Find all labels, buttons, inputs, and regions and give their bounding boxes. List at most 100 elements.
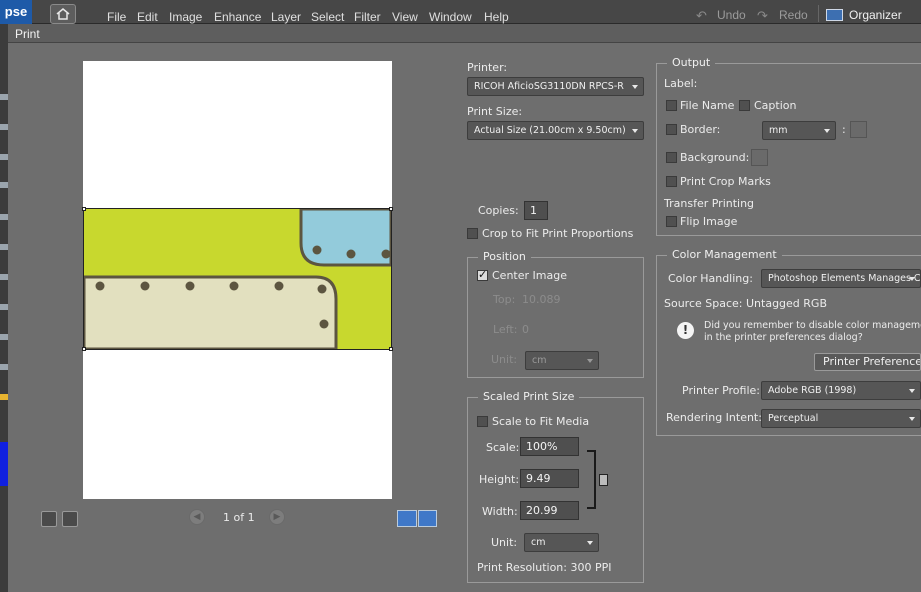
- printer-profile-label: Printer Profile:: [682, 384, 760, 397]
- tool-strip: [0, 24, 8, 592]
- image-bounding-box[interactable]: [83, 208, 392, 350]
- flip-image-label: Flip Image: [680, 215, 738, 228]
- caption-checkbox[interactable]: [739, 100, 750, 111]
- crop-to-fit-label: Crop to Fit Print Proportions: [482, 227, 634, 240]
- caption-label: Caption: [754, 99, 797, 112]
- color-handling-select[interactable]: Photoshop Elements Manages Colors: [761, 269, 921, 288]
- print-size-label: Print Size:: [467, 105, 523, 118]
- tool-marker[interactable]: [0, 334, 8, 340]
- scaled-unit-label: Unit:: [491, 536, 518, 549]
- organizer-button[interactable]: Organizer: [849, 8, 902, 22]
- rendering-intent-select[interactable]: Perceptual: [761, 409, 921, 428]
- menu-select[interactable]: Select: [311, 10, 344, 24]
- tool-marker[interactable]: [0, 304, 8, 310]
- rotate-left-icon[interactable]: [397, 510, 417, 527]
- resize-handle[interactable]: [82, 347, 86, 351]
- menu-enhance[interactable]: Enhance: [214, 10, 261, 24]
- undo-icon: ↶: [696, 9, 707, 24]
- undo-button[interactable]: Undo: [717, 8, 746, 22]
- copies-input[interactable]: 1: [524, 201, 548, 220]
- tool-marker[interactable]: [0, 94, 8, 100]
- border-unit-select[interactable]: mm: [762, 121, 836, 140]
- menu-layer[interactable]: Layer: [271, 10, 301, 24]
- tool-marker[interactable]: [0, 394, 8, 400]
- border-checkbox[interactable]: [666, 124, 677, 135]
- scaled-print-size-title: Scaled Print Size: [478, 390, 580, 403]
- print-size-select[interactable]: Actual Size (21.00cm x 9.50cm): [467, 121, 644, 140]
- info-icon: !: [677, 322, 694, 339]
- width-label: Width:: [482, 505, 518, 518]
- file-name-checkbox[interactable]: [666, 100, 677, 111]
- top-label: Top:: [493, 293, 516, 306]
- width-input[interactable]: 20.99: [520, 501, 579, 520]
- left-value[interactable]: 0: [522, 323, 529, 336]
- home-icon[interactable]: [50, 4, 76, 24]
- scale-input[interactable]: 100%: [520, 437, 579, 456]
- printer-select[interactable]: RICOH AficioSG3110DN RPCS-R: [467, 77, 644, 96]
- border-color-swatch[interactable]: [850, 121, 867, 138]
- print-crop-marks-checkbox[interactable]: [666, 176, 677, 187]
- tool-marker[interactable]: [0, 364, 8, 370]
- resize-handle[interactable]: [389, 207, 393, 211]
- print-crop-marks-label: Print Crop Marks: [680, 175, 771, 188]
- rotate-right-icon[interactable]: [418, 510, 437, 527]
- tool-marker[interactable]: [0, 214, 8, 220]
- printer-profile-select[interactable]: Adobe RGB (1998): [761, 381, 921, 400]
- dialog-title: Print: [15, 27, 40, 41]
- menu-help[interactable]: Help: [484, 10, 509, 24]
- redo-icon: ↷: [757, 9, 768, 24]
- tool-marker[interactable]: [0, 274, 8, 280]
- tool-marker[interactable]: [0, 154, 8, 160]
- menu-filter[interactable]: Filter: [354, 10, 381, 24]
- redo-button[interactable]: Redo: [779, 8, 808, 22]
- printer-preferences-button[interactable]: Printer Preferences: [814, 353, 921, 371]
- add-photo-icon[interactable]: [41, 511, 57, 527]
- tool-marker[interactable]: [0, 244, 8, 250]
- menu-window[interactable]: Window: [429, 10, 472, 24]
- menu-image[interactable]: Image: [169, 10, 202, 24]
- source-space-label: Source Space:: [664, 297, 743, 310]
- position-unit-select[interactable]: cm: [525, 351, 599, 370]
- scaled-unit-select[interactable]: cm: [524, 533, 599, 552]
- background-checkbox[interactable]: [666, 152, 677, 163]
- tool-marker[interactable]: [0, 124, 8, 130]
- top-value[interactable]: 10.089: [522, 293, 561, 306]
- color-handling-label: Color Handling:: [668, 272, 753, 285]
- link-icon[interactable]: [599, 474, 608, 486]
- color-management-title: Color Management: [667, 248, 782, 261]
- menu-file[interactable]: File: [107, 10, 126, 24]
- resize-handle[interactable]: [389, 347, 393, 351]
- background-color-swatch[interactable]: [751, 149, 768, 166]
- organizer-icon: [826, 9, 843, 21]
- rendering-intent-label: Rendering Intent:: [666, 411, 762, 424]
- scale-to-fit-checkbox[interactable]: [477, 416, 488, 427]
- background-label: Background:: [680, 151, 750, 164]
- foreground-color-swatch[interactable]: [0, 442, 8, 486]
- height-input[interactable]: 9.49: [520, 469, 579, 488]
- scale-label: Scale:: [486, 441, 520, 454]
- crop-to-fit-checkbox[interactable]: [467, 228, 478, 239]
- flip-image-checkbox[interactable]: [666, 216, 677, 227]
- source-space-value: Untagged RGB: [746, 297, 828, 310]
- position-title: Position: [478, 250, 531, 263]
- toolbar-divider: [818, 5, 819, 22]
- previous-page-icon[interactable]: ◀: [189, 509, 205, 525]
- remove-photo-icon[interactable]: [62, 511, 78, 527]
- menu-edit[interactable]: Edit: [137, 10, 158, 24]
- info-text-line2: in the printer preferences dialog?: [704, 332, 863, 343]
- scale-to-fit-label: Scale to Fit Media: [492, 415, 590, 428]
- center-image-checkbox[interactable]: [477, 268, 488, 281]
- output-title: Output: [667, 56, 716, 69]
- tool-marker[interactable]: [0, 182, 8, 188]
- menu-view[interactable]: View: [392, 10, 418, 24]
- info-text-line1: Did you remember to disable color manage…: [704, 320, 921, 331]
- page-indicator: 1 of 1: [223, 511, 255, 524]
- resize-handle[interactable]: [82, 207, 86, 211]
- left-label: Left:: [493, 323, 518, 336]
- transfer-printing-heading: Transfer Printing: [664, 197, 755, 210]
- copies-label: Copies:: [478, 204, 519, 217]
- border-label: Border:: [680, 123, 721, 136]
- next-page-icon[interactable]: ▶: [269, 509, 285, 525]
- file-name-label: File Name: [680, 99, 735, 112]
- border-colon: :: [842, 123, 846, 136]
